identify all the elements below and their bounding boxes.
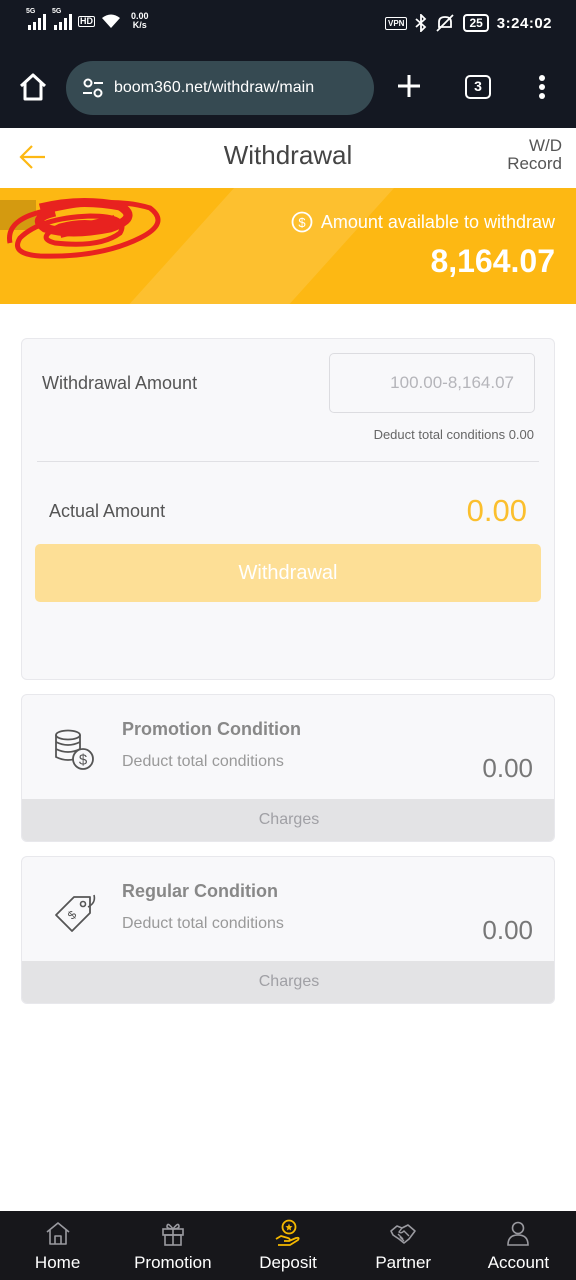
condition-title: Regular Condition (122, 881, 278, 901)
deduct-total-conditions: Deduct total conditions 0.00 (373, 427, 534, 442)
nav-home[interactable]: Home (0, 1211, 115, 1280)
deposit-icon (275, 1219, 300, 1246)
withdrawal-submit-button[interactable]: Withdrawal (35, 544, 541, 602)
browser-toolbar: boom360.net/withdraw/main 3 (0, 48, 576, 128)
svg-text:$: $ (65, 907, 80, 922)
available-label: Amount available to withdraw (320, 211, 555, 232)
nav-promotion[interactable]: Promotion (115, 1211, 230, 1280)
network-type-label: 5G (26, 8, 36, 15)
signal-icon-sim2: 5G (52, 8, 72, 30)
promotion-condition-card: $ Promotion Condition Deduct total condi… (21, 694, 555, 842)
available-label-row: $ Amount available to withdraw (291, 211, 555, 233)
actual-amount-value: 0.00 (466, 493, 527, 528)
status-bar: 5G 5G HD 0.00 K/s VPN 25 3:24:02 (0, 0, 576, 48)
mute-icon (436, 14, 455, 32)
signal-icon-sim1: 5G (26, 8, 46, 30)
coins-dollar-icon: $ (55, 729, 94, 770)
network-speed: 0.00 K/s (131, 12, 149, 30)
gift-icon (161, 1223, 184, 1246)
nav-partner[interactable]: Partner (346, 1211, 461, 1280)
nav-label: Promotion (134, 1253, 212, 1272)
condition-value: 0.00 (482, 915, 533, 945)
battery-icon: 25 (463, 14, 489, 32)
home-icon[interactable] (18, 72, 48, 102)
page-header: Withdrawal W/D Record (0, 128, 576, 188)
svg-text:$: $ (79, 752, 88, 769)
promotion-charges-button[interactable]: Charges (22, 799, 554, 841)
regular-charges-button[interactable]: Charges (22, 961, 554, 1003)
withdrawal-amount-label: Withdrawal Amount (42, 373, 198, 393)
redaction-scribble (7, 197, 161, 259)
hd-badge: HD (78, 15, 95, 27)
home-icon (46, 1222, 70, 1245)
wd-record-line1: W/D (528, 136, 562, 155)
regular-condition-card: $ Regular Condition Deduct total conditi… (21, 856, 555, 1004)
site-settings-icon[interactable] (82, 78, 104, 98)
status-right: VPN 25 3:24:02 (384, 13, 552, 33)
network-speed-unit: K/s (132, 20, 147, 30)
withdrawal-amount-input[interactable] (329, 353, 535, 413)
wd-record-line2: Record (507, 154, 562, 173)
clock: 3:24:02 (496, 14, 552, 32)
handshake-icon (390, 1224, 417, 1244)
wd-record-link[interactable]: W/D Record (507, 137, 562, 173)
nav-deposit[interactable]: Deposit (230, 1211, 345, 1280)
actual-amount-label: Actual Amount (49, 501, 166, 521)
condition-title: Promotion Condition (122, 719, 301, 739)
network-type-label: 5G (52, 8, 62, 15)
more-menu-icon[interactable] (532, 72, 552, 102)
address-bar[interactable]: boom360.net/withdraw/main (66, 61, 374, 115)
available-amount: 8,164.07 (430, 243, 555, 279)
page-title: Withdrawal (223, 140, 353, 170)
user-icon (507, 1221, 530, 1246)
url-text: boom360.net/withdraw/main (114, 79, 315, 96)
nav-label: Home (34, 1253, 81, 1272)
dollar-coin-icon: $ (291, 211, 313, 233)
bluetooth-icon (415, 14, 427, 32)
condition-value: 0.00 (482, 753, 533, 783)
divider (37, 461, 539, 462)
status-left: 5G 5G HD 0.00 K/s (26, 8, 149, 30)
tab-switcher-button[interactable]: 3 (465, 75, 491, 99)
nav-label: Deposit (259, 1253, 317, 1272)
withdraw-form-card: Withdrawal Amount Deduct total condition… (21, 338, 555, 680)
svg-text:$: $ (298, 215, 306, 230)
wifi-icon (102, 14, 120, 28)
new-tab-icon[interactable] (396, 73, 422, 99)
nav-label: Account (487, 1253, 550, 1272)
condition-subtitle: Deduct total conditions (122, 915, 284, 932)
bottom-navigation: Home Promotion Deposit Partner Account (0, 1211, 576, 1280)
nav-label: Partner (375, 1253, 432, 1272)
nav-account[interactable]: Account (461, 1211, 576, 1280)
price-tag-icon: $ (55, 894, 96, 932)
vpn-icon: VPN (384, 16, 408, 30)
balance-banner: $ Amount available to withdraw 8,164.07 (0, 188, 576, 304)
condition-subtitle: Deduct total conditions (122, 753, 284, 770)
